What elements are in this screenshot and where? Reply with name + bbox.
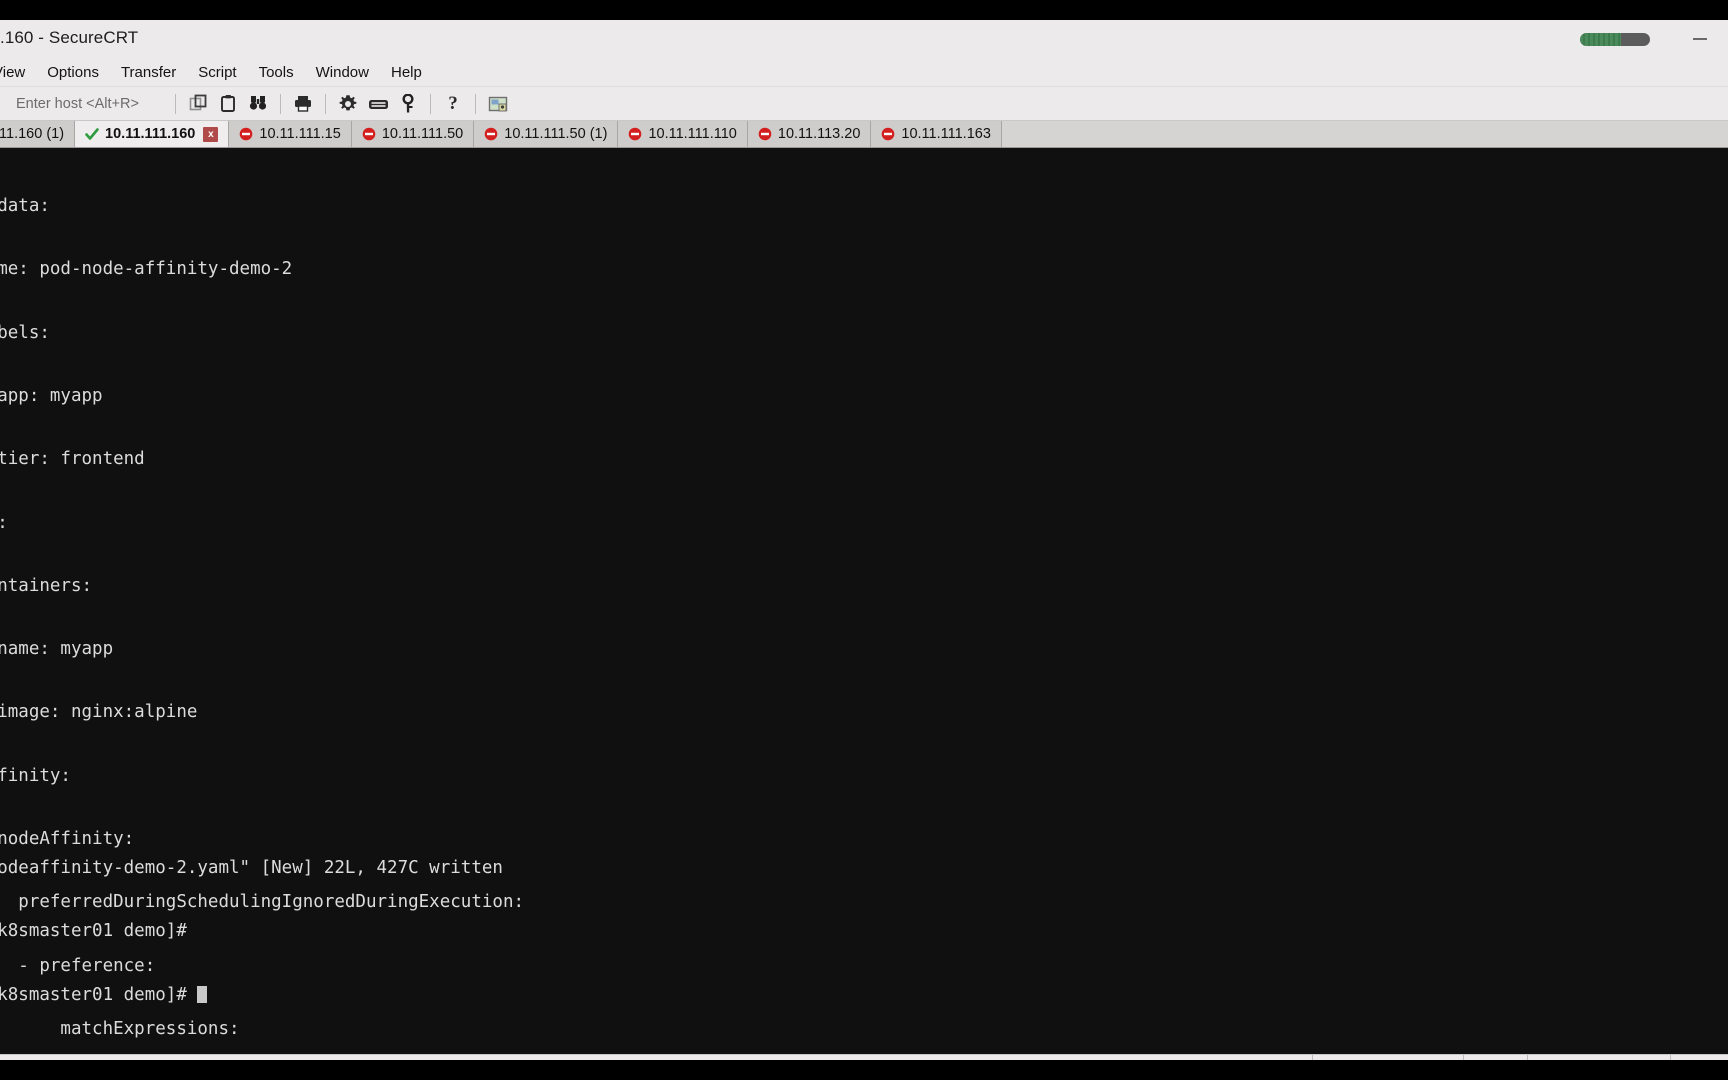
session-tab-label: 10.11.111.50 [381, 126, 464, 142]
terminal-line: app: myapp [0, 386, 103, 407]
toolbar-separator [430, 93, 431, 114]
connected-check-icon [85, 127, 99, 141]
status-protocol: ssh2: AES-256-CTR [1312, 1055, 1463, 1060]
session-tab-label: 10.11.111.163 [901, 126, 991, 142]
status-dimensions: 38 Rows, 169 Cols [1527, 1055, 1670, 1060]
paste-icon[interactable] [213, 90, 243, 118]
menu-script[interactable]: Script [187, 61, 247, 84]
session-tab-6[interactable]: 10.11.113.20 [747, 121, 872, 147]
session-tab-label: 10.11.111.15 [259, 126, 341, 142]
securecrt-window: .160 - SecureCRT View Options Transfer S… [0, 20, 1728, 1060]
menu-transfer[interactable]: Transfer [110, 61, 187, 84]
session-tab-label: 10.11.113.20 [777, 126, 861, 142]
shell-prompt-text: [root@k8smaster01 demo]# [0, 984, 187, 1005]
session-tab-label: .111.160 (1) [0, 126, 65, 142]
menu-view[interactable]: View [0, 61, 36, 84]
session-tab-0[interactable]: .111.160 (1) [0, 121, 76, 147]
session-tab-1[interactable]: 10.11.111.160 x [75, 121, 230, 147]
quick-connect-icon[interactable] [0, 90, 8, 118]
terminal-line: - name: myapp [0, 639, 114, 660]
toolbar-separator [280, 93, 281, 114]
menu-options[interactable]: Options [36, 61, 110, 84]
toolbar-separator [325, 93, 326, 114]
session-tab-label: 10.11.111.50 (1) [504, 126, 608, 142]
minimize-icon [1693, 38, 1707, 40]
disconnected-icon [484, 127, 498, 141]
print-icon[interactable] [288, 90, 318, 118]
menu-tools[interactable]: Tools [248, 61, 305, 84]
terminal-line: spec: [0, 513, 1728, 534]
help-icon[interactable]: ? [438, 90, 468, 118]
terminal-prompt-area: "pod-nodeaffinity-demo-2.yaml" [New] 22L… [0, 816, 1728, 1048]
disconnected-icon [362, 127, 376, 141]
terminal-line: name: pod-node-affinity-demo-2 [0, 259, 293, 280]
shell-prompt-line: [root@k8smaster01 demo]# [0, 921, 187, 942]
close-icon[interactable]: x [203, 126, 219, 142]
minimize-button[interactable] [1672, 20, 1728, 58]
keyboard-icon[interactable] [363, 90, 393, 118]
toolbar-separator [175, 93, 176, 114]
menu-help[interactable]: Help [380, 61, 433, 84]
terminal-line: image: nginx:alpine [0, 702, 198, 723]
session-tab-7[interactable]: 10.11.111.163 [871, 121, 1002, 147]
session-tab-bar: .111.160 (1) 10.11.111.160 x 10.11.111.1… [0, 121, 1728, 148]
shell-prompt-active: [root@k8smaster01 demo]# [0, 985, 1728, 1006]
disconnected-icon [881, 127, 895, 141]
toolbar-separator [475, 93, 476, 114]
host-input-placeholder[interactable]: Enter host <Alt+R> [8, 96, 139, 112]
vim-write-status-line: "pod-nodeaffinity-demo-2.yaml" [New] 22L… [0, 858, 503, 879]
session-tab-5[interactable]: 10.11.111.110 [618, 121, 748, 147]
terminal-line: affinity: [0, 765, 71, 786]
terminal-line: labels: [0, 322, 50, 343]
session-lock-icon[interactable] [483, 90, 513, 118]
session-tab-label: 10.11.111.110 [648, 126, 737, 142]
title-bar: .160 - SecureCRT [0, 20, 1728, 58]
status-terminal-type: Linux [1669, 1055, 1728, 1060]
find-icon[interactable] [243, 90, 273, 118]
quick-connect-group[interactable]: Enter host <Alt+R> [0, 90, 168, 118]
tab-bar-filler [1001, 121, 1728, 147]
title-bar-right-controls [1580, 20, 1728, 58]
terminal-line: tier: frontend [0, 449, 145, 470]
copy-icon[interactable] [183, 90, 213, 118]
terminal-cursor [197, 985, 208, 1003]
settings-gear-icon[interactable] [333, 90, 363, 118]
activity-indicator-fill [1580, 32, 1621, 46]
terminal-line: containers: [0, 575, 93, 596]
screen-root: .160 - SecureCRT View Options Transfer S… [0, 0, 1728, 1080]
session-tab-3[interactable]: 10.11.111.50 [351, 121, 475, 147]
menu-bar: View Options Transfer Script Tools Windo… [0, 58, 1728, 87]
transfer-activity-indicator [1580, 32, 1650, 46]
window-title: .160 - SecureCRT [0, 28, 139, 47]
session-tab-2[interactable]: 10.11.111.15 [229, 121, 352, 147]
key-icon[interactable] [393, 90, 423, 118]
terminal-line: metadata: [0, 196, 50, 217]
status-bar: ssh2: AES-256-CTR 38, 26 38 Rows, 169 Co… [0, 1054, 1728, 1060]
disconnected-icon [628, 127, 642, 141]
toolbar: Enter host <Alt+R> ? [0, 87, 1728, 121]
session-tab-4[interactable]: 10.11.111.50 (1) [474, 121, 619, 147]
menu-window[interactable]: Window [305, 61, 380, 84]
terminal-screen[interactable]: metadata: name: pod-node-affinity-demo-2… [0, 148, 1728, 1054]
disconnected-icon [758, 127, 772, 141]
disconnected-icon [239, 127, 253, 141]
status-cursor-position: 38, 26 [1463, 1055, 1527, 1060]
session-tab-label: 10.11.111.160 [105, 126, 196, 142]
